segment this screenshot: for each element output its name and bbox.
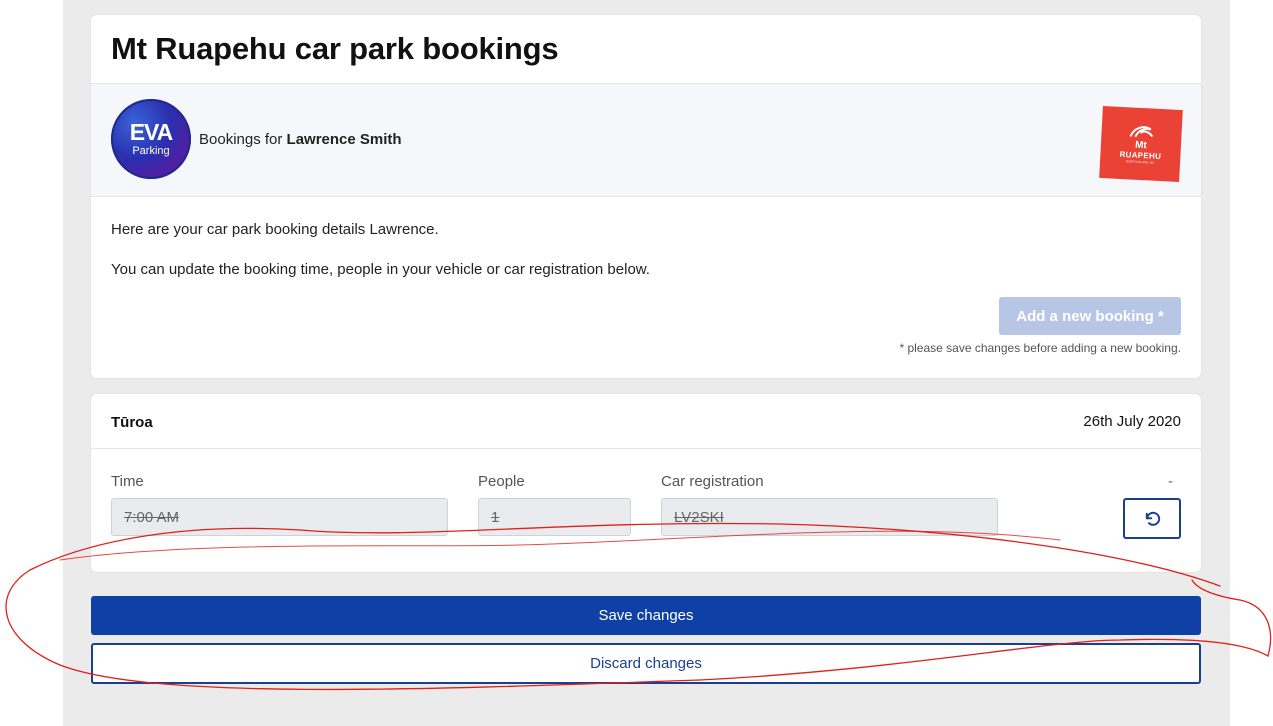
- status-dash: -: [1168, 473, 1173, 490]
- eva-logo-word: EVA: [129, 118, 174, 145]
- booking-divider: [91, 448, 1201, 449]
- undo-icon: [1145, 511, 1161, 526]
- add-new-booking-button[interactable]: Add a new booking *: [999, 297, 1181, 335]
- ruapehu-mountain-icon: [1129, 126, 1154, 138]
- people-label: People: [478, 473, 525, 490]
- eva-logo-sub: Parking: [132, 144, 170, 157]
- car-registration-field[interactable]: LV2SKI: [661, 498, 998, 536]
- page-title: Mt Ruapehu car park bookings: [111, 31, 559, 66]
- ruapehu-logo-sub: NORTH ISLAND, NZ: [1125, 159, 1155, 165]
- people-field[interactable]: 1: [478, 498, 631, 536]
- add-booking-note: * please save changes before adding a ne…: [899, 341, 1181, 355]
- eva-parking-logo: EVA Parking: [111, 99, 191, 179]
- booking-date: 26th July 2020: [1083, 413, 1181, 430]
- booking-card: Tūroa 26th July 2020 Time People Car reg…: [91, 394, 1201, 572]
- undo-button[interactable]: [1123, 498, 1181, 539]
- time-label: Time: [111, 473, 144, 490]
- booking-summary-card: Mt Ruapehu car park bookings EVA Parking…: [91, 15, 1201, 378]
- user-name: Lawrence Smith: [286, 131, 402, 148]
- instructions-text: You can update the booking time, people …: [111, 261, 650, 278]
- ruapehu-logo-mt: Mt: [1134, 139, 1148, 152]
- car-registration-label: Car registration: [661, 473, 764, 490]
- bookings-for-prefix: Bookings for: [199, 131, 287, 148]
- save-changes-button[interactable]: Save changes: [91, 596, 1201, 635]
- booking-location: Tūroa: [111, 414, 153, 431]
- time-field[interactable]: 7:00 AM: [111, 498, 448, 536]
- discard-changes-button[interactable]: Discard changes: [91, 643, 1201, 684]
- intro-text: Here are your car park booking details L…: [111, 221, 439, 238]
- bookings-for-text: Bookings for Lawrence Smith: [199, 131, 402, 148]
- mt-ruapehu-logo: Mt RUAPEHU NORTH ISLAND, NZ: [1099, 105, 1183, 183]
- account-header: EVA Parking Bookings for Lawrence Smith …: [91, 83, 1201, 197]
